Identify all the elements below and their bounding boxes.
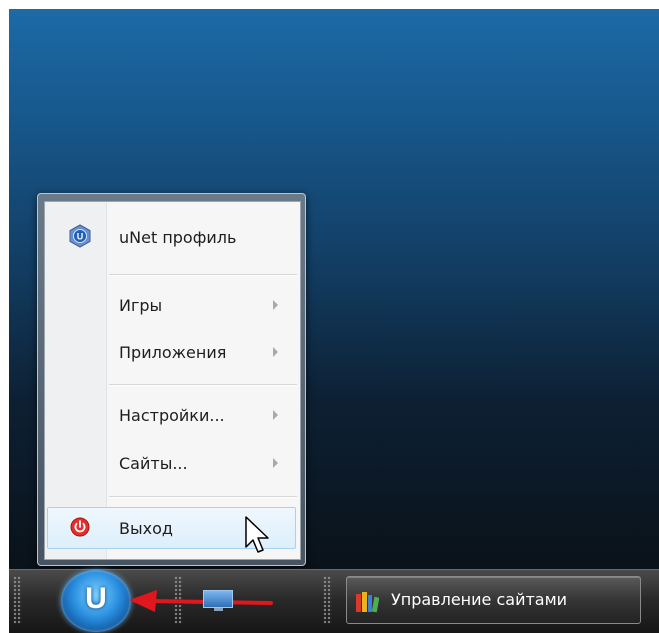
svg-text:U: U xyxy=(77,232,84,242)
menu-item-label: Выход xyxy=(119,519,173,538)
desktop-icon[interactable] xyxy=(203,590,233,611)
menu-item-label: Настройки... xyxy=(119,406,225,425)
taskbar: U Управление сайтами xyxy=(9,569,659,633)
task-button-label: Управление сайтами xyxy=(391,590,568,609)
menu-item-label: uNet профиль xyxy=(119,228,237,247)
menu-item-sites[interactable]: Сайты... xyxy=(47,442,296,484)
menu-item-label: Игры xyxy=(119,296,163,315)
menu-item-unet-profile[interactable]: U uNet профиль xyxy=(47,216,296,258)
menu-item-label: Приложения xyxy=(119,343,227,362)
menu-separator xyxy=(109,496,297,498)
start-button[interactable]: U xyxy=(61,570,131,632)
red-arrow-icon xyxy=(129,590,273,612)
menu-separator xyxy=(109,274,297,276)
task-button-site-management[interactable]: Управление сайтами xyxy=(346,576,641,624)
mouse-cursor-icon xyxy=(245,516,269,553)
menu-item-applications[interactable]: Приложения xyxy=(47,331,296,373)
unet-profile-icon: U xyxy=(69,224,91,248)
menu-item-label: Сайты... xyxy=(119,454,188,473)
submenu-arrow-icon xyxy=(273,347,278,357)
power-icon xyxy=(70,517,90,537)
menu-item-settings[interactable]: Настройки... xyxy=(47,394,296,436)
start-menu-panel: U uNet профиль Игры Приложения Настройки… xyxy=(44,201,301,560)
taskbar-grip[interactable] xyxy=(13,576,22,624)
books-icon xyxy=(356,592,379,613)
taskbar-grip[interactable] xyxy=(323,576,332,624)
menu-separator xyxy=(109,384,297,386)
start-button-letter: U xyxy=(85,582,107,615)
submenu-arrow-icon xyxy=(273,458,278,468)
start-menu: U uNet профиль Игры Приложения Настройки… xyxy=(37,193,306,566)
submenu-arrow-icon xyxy=(273,300,278,310)
menu-item-games[interactable]: Игры xyxy=(47,284,296,326)
submenu-arrow-icon xyxy=(273,410,278,420)
